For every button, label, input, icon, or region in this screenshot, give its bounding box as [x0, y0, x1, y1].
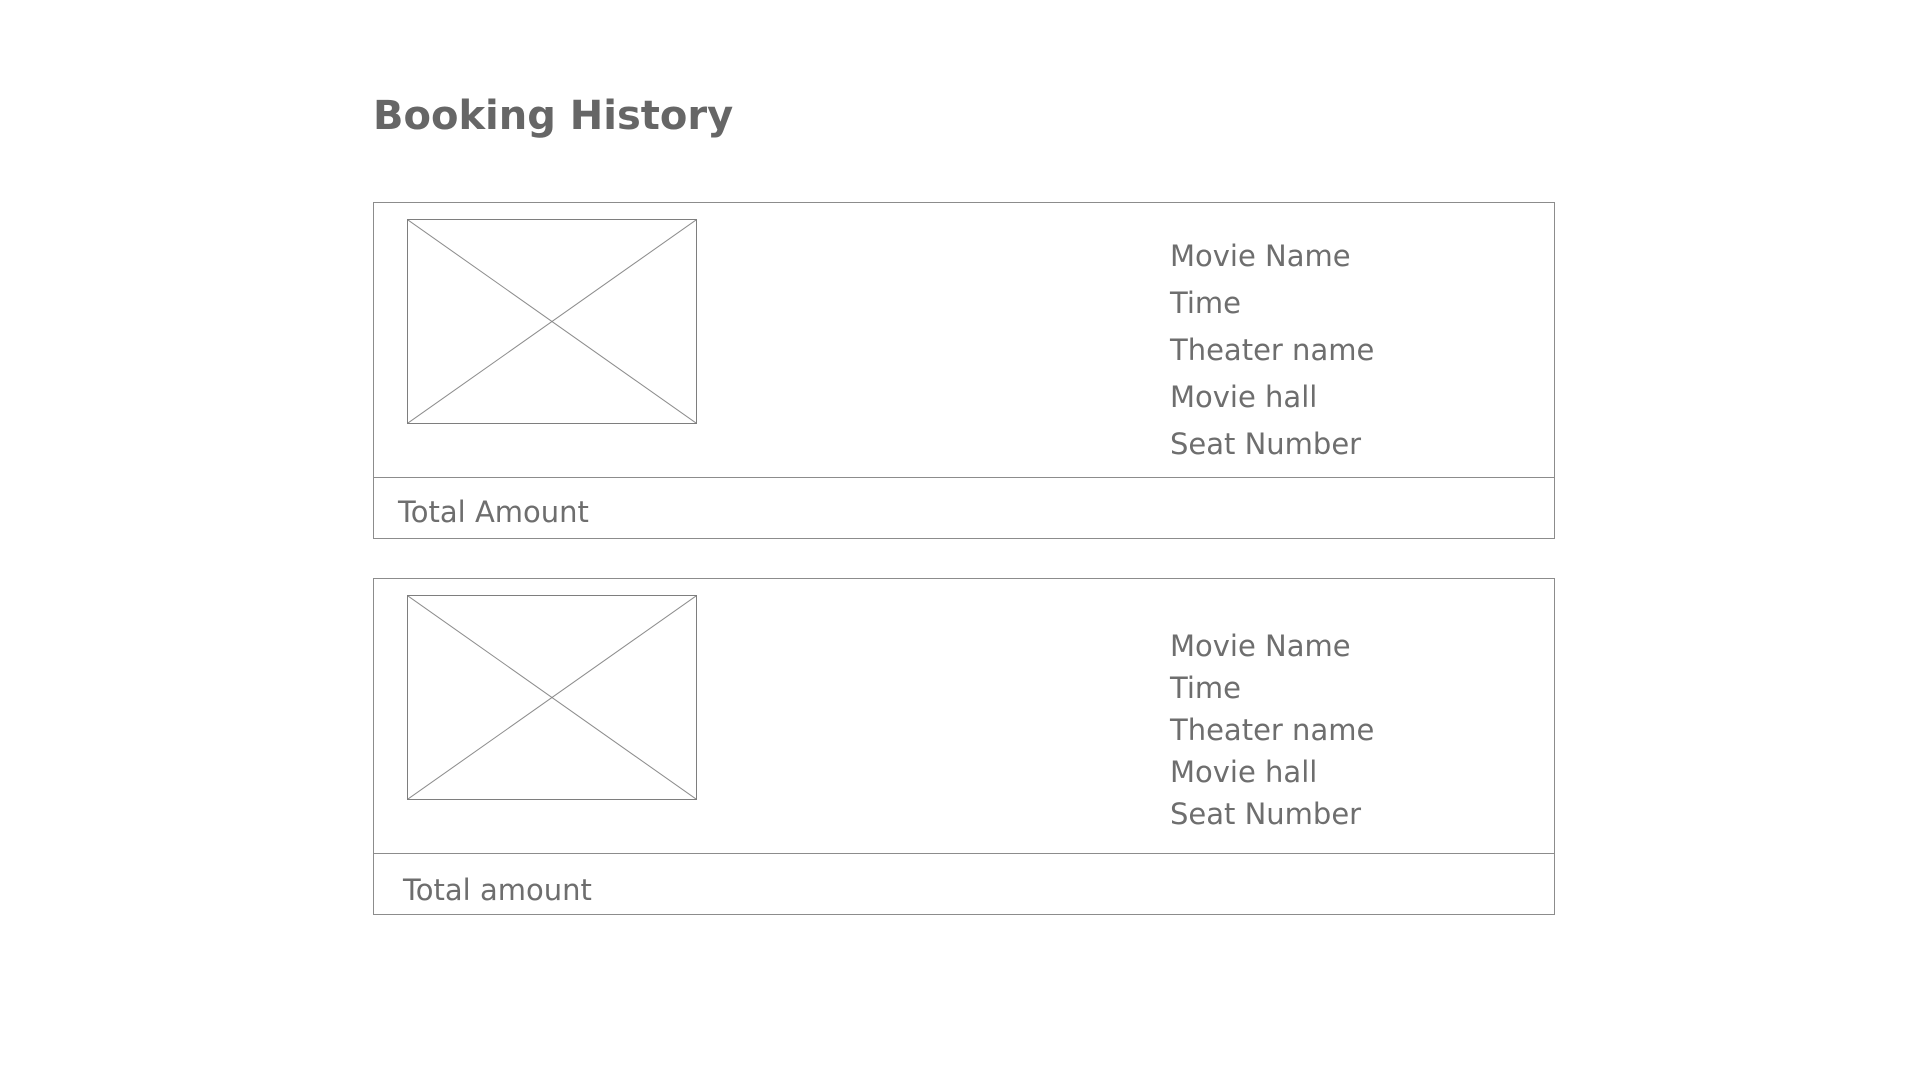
total-amount: Total amount: [403, 873, 592, 907]
image-placeholder-icon: [408, 596, 696, 799]
show-time: Time: [1170, 286, 1241, 320]
movie-hall: Movie hall: [1170, 755, 1318, 789]
theater-name: Theater name: [1170, 713, 1375, 747]
seat-number: Seat Number: [1170, 427, 1362, 461]
page-title: Booking History: [373, 93, 734, 139]
image-placeholder-icon: [408, 220, 696, 423]
total-amount: Total Amount: [398, 495, 589, 529]
seat-number: Seat Number: [1170, 797, 1362, 831]
booking-card[interactable]: Movie Name Time Theater name Movie hall …: [373, 578, 1555, 915]
show-time: Time: [1170, 671, 1241, 705]
booking-details: Movie Name Time Theater name Movie hall …: [1170, 233, 1374, 468]
movie-hall: Movie hall: [1170, 380, 1318, 414]
movie-poster-placeholder[interactable]: [407, 595, 697, 800]
movie-name: Movie Name: [1170, 629, 1351, 663]
movie-poster-placeholder[interactable]: [407, 219, 697, 424]
theater-name: Theater name: [1170, 333, 1375, 367]
booking-card-body: Movie Name Time Theater name Movie hall …: [374, 203, 1554, 478]
booking-card[interactable]: Movie Name Time Theater name Movie hall …: [373, 202, 1555, 539]
movie-name: Movie Name: [1170, 239, 1351, 273]
booking-details: Movie Name Time Theater name Movie hall …: [1170, 625, 1374, 835]
booking-card-footer: Total amount: [374, 854, 1554, 914]
booking-card-footer: Total Amount: [374, 478, 1554, 538]
booking-card-body: Movie Name Time Theater name Movie hall …: [374, 579, 1554, 854]
